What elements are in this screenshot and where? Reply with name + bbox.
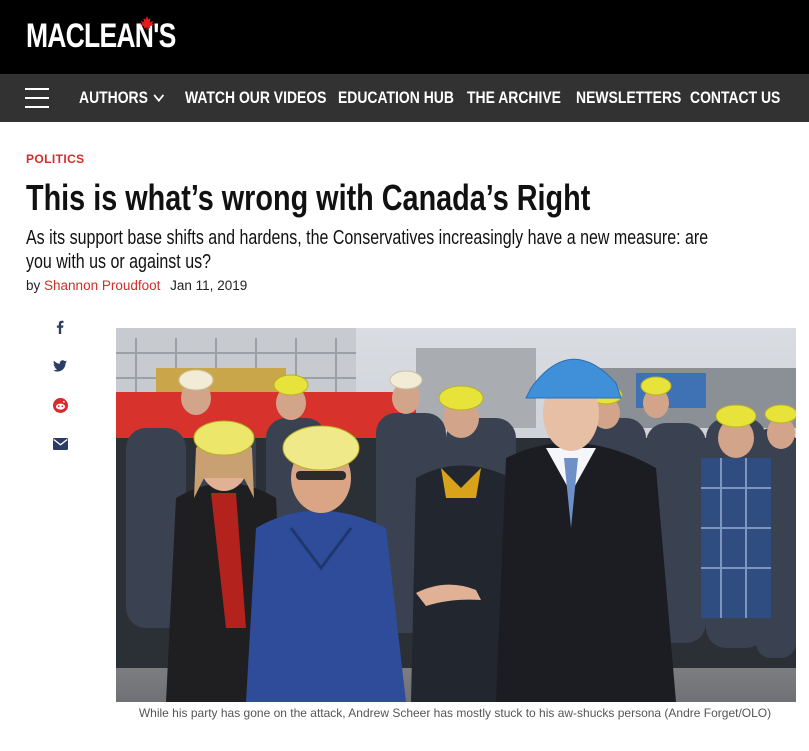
nav-newsletters[interactable]: NEWSLETTERS xyxy=(576,74,681,122)
site-header: MACLEAN'S xyxy=(0,0,809,74)
nav-authors[interactable]: AUTHORS xyxy=(79,74,165,122)
reddit-icon xyxy=(52,397,68,413)
share-facebook[interactable] xyxy=(50,317,70,337)
macleans-logo[interactable]: MACLEAN'S xyxy=(26,16,218,54)
lead-photo xyxy=(116,328,796,702)
author-link[interactable]: Shannon Proudfoot xyxy=(44,278,160,293)
chevron-down-icon xyxy=(153,89,165,103)
twitter-icon xyxy=(53,360,67,372)
hamburger-menu-icon[interactable] xyxy=(25,88,49,108)
nav-education-hub[interactable]: EDUCATION HUB xyxy=(338,74,454,122)
share-email[interactable] xyxy=(50,434,70,454)
share-twitter[interactable] xyxy=(50,356,70,376)
nav-authors-label: AUTHORS xyxy=(79,88,148,107)
publish-date: Jan 11, 2019 xyxy=(170,278,248,293)
photo-caption: While his party has gone on the attack, … xyxy=(138,706,772,720)
lead-photo-illustration xyxy=(116,328,796,702)
nav-contact-us[interactable]: CONTACT US xyxy=(690,74,780,122)
share-reddit[interactable] xyxy=(50,395,70,415)
facebook-icon xyxy=(56,320,64,334)
section-label[interactable]: POLITICS xyxy=(26,152,85,166)
main-nav: AUTHORS WATCH OUR VIDEOS EDUCATION HUB T… xyxy=(0,74,809,122)
maple-leaf-icon xyxy=(140,16,154,30)
email-icon xyxy=(52,438,68,450)
nav-watch-our-videos[interactable]: WATCH OUR VIDEOS xyxy=(185,74,326,122)
nav-the-archive[interactable]: THE ARCHIVE xyxy=(467,74,561,122)
article-headline: This is what’s wrong with Canada’s Right xyxy=(26,177,591,218)
byline: by Shannon Proudfoot Jan 11, 2019 xyxy=(26,278,247,293)
article-dek: As its support base shifts and hardens, … xyxy=(26,227,709,273)
byline-prefix: by xyxy=(26,278,41,293)
